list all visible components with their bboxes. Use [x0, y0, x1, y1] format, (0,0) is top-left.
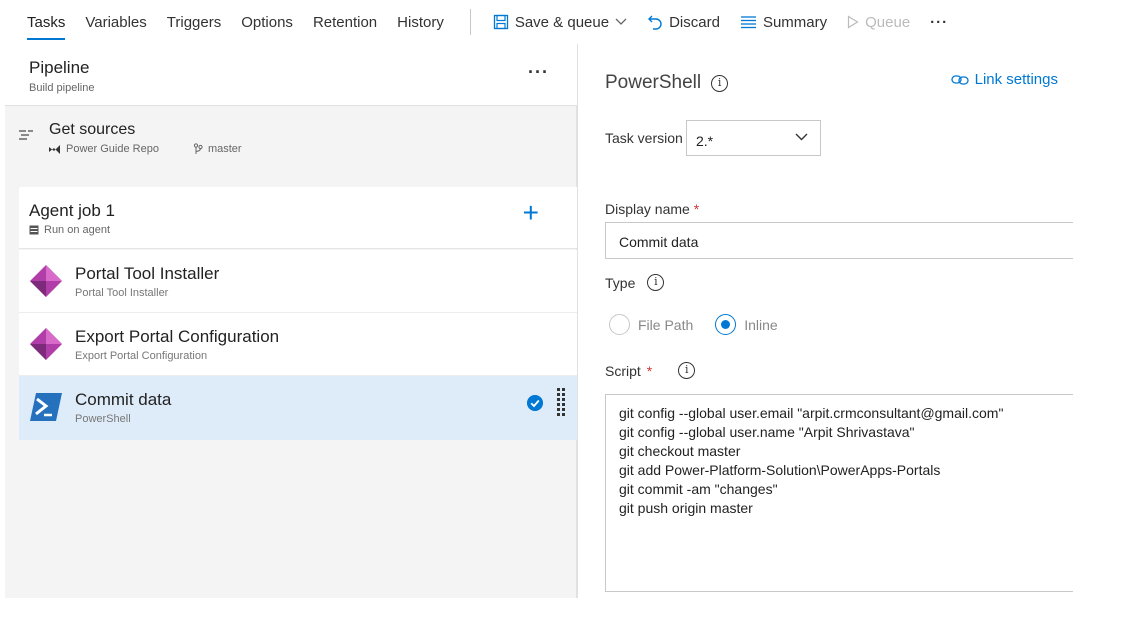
- tab-variables[interactable]: Variables: [75, 4, 156, 40]
- script-label-row: Script * i: [605, 362, 696, 379]
- undo-icon: [648, 15, 662, 30]
- task-item-export-portal-configuration[interactable]: Export Portal Configuration Export Porta…: [19, 313, 577, 376]
- save-queue-button[interactable]: Save & queue: [483, 7, 637, 37]
- get-sources-item[interactable]: Get sources Power Guide Repo master: [5, 107, 577, 185]
- more-icon: ···: [930, 13, 949, 31]
- radio-label: File Path: [638, 316, 694, 333]
- discard-button[interactable]: Discard: [637, 7, 730, 37]
- display-name-label: Display name: [605, 201, 690, 217]
- agent-job-title: Agent job 1: [29, 201, 116, 220]
- power-apps-icon: [30, 328, 62, 360]
- branch-name: master: [207, 143, 242, 155]
- pipeline-header[interactable]: Pipeline Build pipeline ···: [5, 44, 577, 106]
- info-icon[interactable]: i: [678, 362, 696, 379]
- tab-triggers[interactable]: Triggers: [157, 4, 231, 40]
- powershell-icon: [30, 393, 62, 421]
- chevron-down-icon: [795, 133, 808, 141]
- chevron-down-icon[interactable]: [615, 18, 627, 26]
- tab-tasks[interactable]: Tasks: [0, 4, 75, 40]
- task-detail-panel: PowerShell i Link settings Task version …: [578, 44, 1073, 598]
- get-sources-title: Get sources: [49, 121, 136, 138]
- pipeline-more-button[interactable]: ···: [528, 62, 549, 83]
- radio-circle: [609, 314, 630, 335]
- info-icon[interactable]: i: [647, 274, 665, 291]
- script-line: git commit -am "changes": [619, 481, 778, 497]
- radio-label: Inline: [744, 316, 778, 333]
- discard-label: Discard: [669, 13, 720, 31]
- agent-job-subtitle-row: Run on agent: [29, 224, 110, 236]
- toolbar-divider: [469, 9, 471, 35]
- info-icon[interactable]: i: [711, 74, 729, 92]
- detail-title: PowerShell: [605, 72, 702, 93]
- get-sources-meta: Power Guide Repo master: [48, 143, 242, 155]
- task-version-label: Task version: [605, 130, 683, 146]
- link-settings-label: Link settings: [974, 71, 1058, 88]
- script-line: git config --global user.name "Arpit Shr…: [619, 424, 915, 440]
- script-line: git push origin master: [619, 500, 753, 516]
- script-line: git checkout master: [619, 443, 741, 459]
- task-title: Export Portal Configuration: [75, 327, 280, 346]
- type-radio-group: File Path Inline: [609, 314, 778, 335]
- task-title: Commit data: [75, 390, 172, 409]
- radio-inline[interactable]: Inline: [715, 314, 778, 335]
- link-icon: [950, 74, 969, 85]
- task-version-select[interactable]: 2.*: [686, 120, 821, 156]
- save-queue-label: Save & queue: [514, 13, 610, 31]
- summary-button[interactable]: Summary: [730, 7, 837, 37]
- pipeline-subtitle: Build pipeline: [29, 82, 95, 94]
- link-settings-button[interactable]: Link settings: [950, 71, 1058, 88]
- list-icon: [740, 16, 756, 29]
- check-circle-icon: [527, 395, 543, 411]
- task-item-portal-tool-installer[interactable]: Portal Tool Installer Portal Tool Instal…: [19, 250, 577, 313]
- save-icon: [493, 14, 508, 30]
- task-subtitle: Export Portal Configuration: [75, 350, 208, 362]
- required-marker: *: [693, 201, 700, 217]
- task-title: Portal Tool Installer: [75, 264, 220, 283]
- display-name-label-row: Display name *: [605, 201, 699, 217]
- tab-retention[interactable]: Retention: [303, 4, 387, 40]
- script-line: git add Power-Platform-Solution\PowerApp…: [619, 462, 941, 478]
- top-toolbar: Tasks Variables Triggers Options Retenti…: [0, 0, 1143, 44]
- add-task-button[interactable]: +: [523, 199, 539, 227]
- tab-history[interactable]: History: [387, 4, 454, 40]
- vs-repo-icon: [49, 144, 60, 154]
- required-marker: *: [646, 362, 653, 379]
- radio-file-path[interactable]: File Path: [609, 314, 693, 335]
- task-item-commit-data[interactable]: Commit data PowerShell: [19, 376, 577, 440]
- play-icon: [848, 15, 859, 29]
- power-apps-icon: [30, 265, 62, 297]
- queue-label: Queue: [865, 13, 911, 31]
- agent-job-subtitle: Run on agent: [44, 224, 111, 236]
- drag-handle[interactable]: [557, 388, 565, 424]
- task-subtitle: PowerShell: [75, 413, 131, 425]
- branch-icon: [193, 143, 203, 154]
- type-label: Type: [605, 274, 636, 291]
- radio-circle: [715, 314, 737, 335]
- task-subtitle: Portal Tool Installer: [75, 287, 169, 299]
- script-label: Script: [605, 362, 641, 379]
- detail-title-row: PowerShell i: [605, 72, 729, 94]
- tab-options[interactable]: Options: [231, 4, 303, 40]
- server-icon: [29, 225, 39, 235]
- queue-button[interactable]: Queue: [837, 7, 920, 37]
- summary-label: Summary: [762, 13, 828, 31]
- more-actions-button[interactable]: ···: [920, 7, 958, 37]
- display-name-input[interactable]: Commit data: [605, 222, 1073, 259]
- pipeline-panel: Pipeline Build pipeline ··· Get sources …: [5, 44, 577, 598]
- task-version-value: 2.*: [696, 133, 714, 149]
- script-editor[interactable]: git config --global user.email "arpit.cr…: [605, 394, 1073, 592]
- repo-name: Power Guide Repo: [66, 143, 159, 155]
- get-sources-icon: [19, 130, 33, 140]
- script-line: git config --global user.email "arpit.cr…: [619, 405, 1004, 421]
- pipeline-title: Pipeline: [29, 58, 90, 77]
- type-label-row: Type i: [605, 274, 665, 291]
- agent-job-item[interactable]: Agent job 1 Run on agent +: [19, 187, 577, 249]
